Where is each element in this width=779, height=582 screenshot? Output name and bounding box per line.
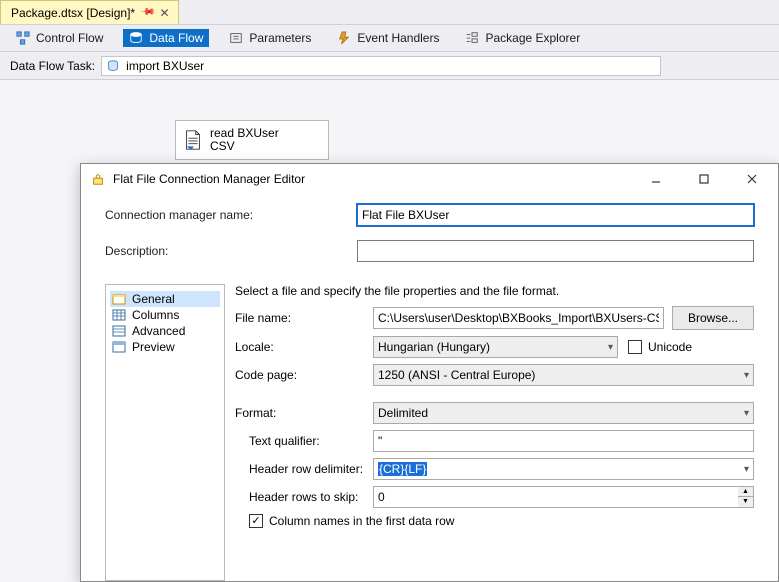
data-flow-task-row: Data Flow Task: import BXUser — [0, 52, 779, 80]
text-qualifier-input[interactable] — [373, 430, 754, 452]
data-flow-task-label: Data Flow Task: — [10, 59, 95, 73]
format-label: Format: — [235, 406, 373, 420]
connection-name-input[interactable] — [357, 204, 754, 226]
general-icon — [112, 293, 126, 305]
tab-package-explorer-label: Package Explorer — [485, 31, 580, 45]
advanced-icon — [112, 325, 126, 337]
preview-icon — [112, 341, 126, 353]
dialog-titlebar[interactable]: Flat File Connection Manager Editor — [81, 164, 778, 194]
locale-select[interactable]: Hungarian (Hungary) ▾ — [373, 336, 618, 358]
package-explorer-icon — [465, 31, 479, 45]
maximize-icon — [698, 173, 710, 185]
description-input[interactable] — [357, 240, 754, 262]
close-button[interactable] — [732, 166, 772, 192]
locale-label: Locale: — [235, 340, 373, 354]
document-tab-title: Package.dtsx [Design]* — [11, 6, 135, 20]
dialog-icon — [91, 172, 105, 186]
tab-event-handlers[interactable]: Event Handlers — [331, 29, 445, 47]
unicode-checkbox[interactable] — [628, 340, 642, 354]
connection-name-label: Connection manager name: — [105, 208, 357, 222]
header-rows-skip-input[interactable] — [373, 486, 738, 508]
minimize-button[interactable] — [636, 166, 676, 192]
tab-parameters-label: Parameters — [249, 31, 311, 45]
page-tree: General Columns Advanced Preview — [105, 284, 225, 581]
spin-up-icon[interactable]: ▲ — [738, 487, 753, 497]
codepage-value: 1250 (ANSI - Central Europe) — [378, 368, 535, 382]
chevron-down-icon: ▾ — [744, 370, 749, 381]
flat-file-connection-manager-dialog: Flat File Connection Manager Editor Conn… — [80, 163, 779, 582]
header-rows-skip-label: Header rows to skip: — [235, 490, 373, 504]
control-flow-icon — [16, 31, 30, 45]
format-select[interactable]: Delimited ▾ — [373, 402, 754, 424]
tab-control-flow-label: Control Flow — [36, 31, 103, 45]
chevron-down-icon: ▾ — [744, 464, 749, 475]
spin-down-icon[interactable]: ▼ — [738, 497, 753, 507]
event-handlers-icon — [337, 31, 351, 45]
tree-item-general[interactable]: General — [110, 291, 220, 307]
flat-file-source-icon — [182, 129, 204, 151]
parameters-icon — [229, 31, 243, 45]
codepage-label: Code page: — [235, 368, 373, 382]
document-tab[interactable]: Package.dtsx [Design]* 📌 ✕ — [0, 0, 179, 24]
file-name-input[interactable] — [373, 307, 664, 329]
column-names-label: Column names in the first data row — [269, 514, 454, 528]
designer-toolbar: Control Flow Data Flow Parameters Event … — [0, 24, 779, 52]
tree-item-label: General — [132, 292, 175, 306]
browse-button-label: Browse... — [688, 311, 738, 325]
close-icon[interactable]: ✕ — [160, 7, 170, 19]
column-names-checkbox[interactable] — [249, 514, 263, 528]
task-icon — [106, 59, 120, 73]
data-flow-task-value: import BXUser — [126, 59, 204, 73]
node-subtitle: CSV — [210, 140, 279, 153]
data-flow-task-select[interactable]: import BXUser — [101, 56, 661, 76]
tree-item-label: Advanced — [132, 324, 185, 338]
description-label: Description: — [105, 244, 357, 258]
browse-button[interactable]: Browse... — [672, 306, 754, 330]
header-rows-skip-spinner[interactable]: ▲ ▼ — [738, 486, 754, 508]
pin-icon[interactable]: 📌 — [139, 4, 156, 21]
tab-parameters[interactable]: Parameters — [223, 29, 317, 47]
header-row-delimiter-select[interactable]: {CR}{LF} ▾ — [373, 458, 754, 480]
file-name-label: File name: — [235, 311, 373, 325]
tab-package-explorer[interactable]: Package Explorer — [459, 29, 586, 47]
tree-item-label: Columns — [132, 308, 179, 322]
unicode-label: Unicode — [648, 340, 692, 354]
tree-item-advanced[interactable]: Advanced — [110, 323, 220, 339]
minimize-icon — [650, 173, 662, 185]
maximize-button[interactable] — [684, 166, 724, 192]
format-value: Delimited — [378, 406, 428, 420]
close-icon — [746, 173, 758, 185]
tab-control-flow[interactable]: Control Flow — [10, 29, 109, 47]
form-header: Select a file and specify the file prope… — [235, 284, 754, 298]
chevron-down-icon: ▾ — [608, 342, 613, 353]
text-qualifier-label: Text qualifier: — [235, 434, 373, 448]
header-row-delimiter-value: {CR}{LF} — [378, 462, 427, 476]
chevron-down-icon: ▾ — [744, 408, 749, 419]
data-flow-icon — [129, 31, 143, 45]
dialog-title: Flat File Connection Manager Editor — [113, 172, 305, 186]
columns-icon — [112, 309, 126, 321]
tab-event-handlers-label: Event Handlers — [357, 31, 439, 45]
tree-item-preview[interactable]: Preview — [110, 339, 220, 355]
tree-item-label: Preview — [132, 340, 175, 354]
tree-item-columns[interactable]: Columns — [110, 307, 220, 323]
header-row-delimiter-label: Header row delimiter: — [235, 462, 373, 476]
tab-data-flow-label: Data Flow — [149, 31, 203, 45]
tab-data-flow[interactable]: Data Flow — [123, 29, 209, 47]
codepage-select[interactable]: 1250 (ANSI - Central Europe) ▾ — [373, 364, 754, 386]
locale-value: Hungarian (Hungary) — [378, 340, 490, 354]
node-read-bxuser[interactable]: read BXUser CSV — [175, 120, 329, 160]
